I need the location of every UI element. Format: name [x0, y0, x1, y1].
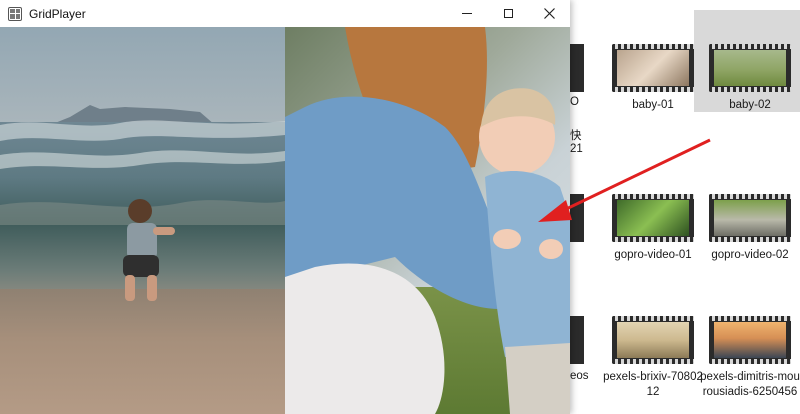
file-name: baby-01: [632, 99, 674, 111]
file-name: pexels-dimitris-mourousiadis-6250456: [700, 371, 800, 398]
minimize-icon: [462, 13, 472, 14]
close-icon: [543, 8, 555, 19]
video-pane-right[interactable]: [285, 27, 570, 414]
file-item-gopro-video-01[interactable]: gopro-video-01: [603, 194, 703, 263]
partial-label: eos: [570, 370, 589, 382]
gridplayer-window: GridPlayer: [0, 0, 570, 414]
video-thumbnail: [709, 316, 791, 364]
file-item-baby-02[interactable]: baby-02: [694, 10, 800, 113]
maximize-button[interactable]: [488, 0, 528, 27]
grid-icon: [8, 6, 22, 21]
window-title: GridPlayer: [29, 6, 86, 21]
partial-thumb: [570, 44, 584, 92]
video-thumbnail: [709, 194, 791, 242]
file-item-pexels-brixiv-7080212[interactable]: pexels-brixiv-7080212: [603, 316, 703, 400]
file-item-pexels-dimitris-mourousiadis-6250456[interactable]: pexels-dimitris-mourousiadis-6250456: [700, 316, 800, 400]
partial-label: O: [570, 96, 579, 108]
partial-thumb: [570, 194, 584, 242]
video-thumbnail: [612, 44, 694, 92]
title-bar[interactable]: GridPlayer: [0, 0, 570, 27]
file-name: pexels-brixiv-7080212: [603, 371, 703, 398]
partial-label: 21: [570, 143, 583, 155]
file-item-gopro-video-02[interactable]: gopro-video-02: [700, 194, 800, 263]
file-name: gopro-video-01: [614, 249, 692, 261]
mother-and-baby: [285, 27, 570, 414]
toddler-figure: [123, 199, 175, 301]
file-name: baby-02: [729, 99, 771, 111]
close-button[interactable]: [529, 0, 569, 27]
partial-file-column: O 快 21 eos: [570, 40, 600, 400]
video-pane-left[interactable]: [0, 27, 285, 414]
video-thumbnail: [612, 194, 694, 242]
partial-label: 快: [570, 130, 582, 142]
video-thumbnail: [709, 44, 791, 92]
maximize-icon: [503, 9, 513, 18]
file-name: gopro-video-02: [711, 249, 789, 261]
file-item-baby-01[interactable]: baby-01: [603, 44, 703, 113]
partial-thumb: [570, 316, 584, 364]
minimize-button[interactable]: [447, 0, 487, 27]
video-thumbnail: [612, 316, 694, 364]
